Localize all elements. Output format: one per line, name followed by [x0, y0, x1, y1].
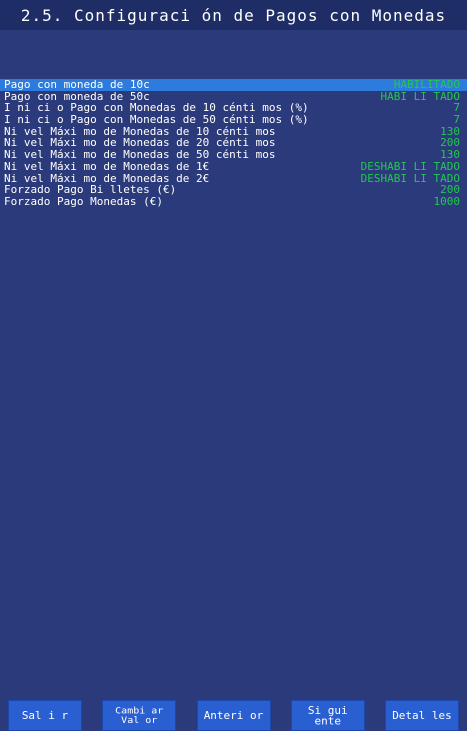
anterior-button-label: Anteri or — [203, 709, 264, 722]
detalles-button[interactable]: Detal les — [385, 700, 459, 731]
settings-row-value: HABI LI TADO — [380, 89, 460, 103]
settings-row-value: 7 — [453, 113, 460, 127]
settings-row-forzado-monedas[interactable]: Forzado Pago Monedas (€) 1000 — [0, 196, 467, 208]
siguiente-button[interactable]: Si gui ente — [290, 700, 365, 731]
settings-row-label: Pago con moneda de 10c — [4, 78, 150, 91]
settings-row-label: I ni ci o Pago con Monedas de 50 cénti m… — [4, 113, 309, 127]
page-title: 2.5. Configuraci ón de Pagos con Monedas — [20, 5, 447, 25]
siguiente-button-label: Si gui ente — [307, 704, 348, 727]
bottom-button-bar: Sal i r Cambi ar Val or Anteri or Si gui… — [0, 700, 467, 731]
settings-row-label: Ni vel Máxi mo de Monedas de 1€ — [4, 159, 210, 173]
title-bar: 2.5. Configuraci ón de Pagos con Monedas — [0, 0, 467, 30]
settings-row-pago-10c[interactable]: Pago con moneda de 10c HABILITADO — [0, 79, 467, 91]
settings-row-value: DESHABI LI TADO — [360, 159, 460, 173]
salir-button-label: Sal i r — [21, 709, 69, 722]
settings-row-nivel-1e[interactable]: Ni vel Máxi mo de Monedas de 1€ DESHABI … — [0, 161, 467, 173]
anterior-button[interactable]: Anteri or — [196, 700, 271, 731]
settings-list: Pago con moneda de 10c HABILITADO Pago c… — [0, 79, 467, 208]
cambiar-valor-button-label: Cambi ar Val or — [115, 705, 164, 726]
settings-row-inicio-50c[interactable]: I ni ci o Pago con Monedas de 50 cénti m… — [0, 114, 467, 126]
salir-button[interactable]: Sal i r — [8, 700, 82, 731]
settings-row-value: 1000 — [433, 194, 461, 208]
settings-row-value: HABILITADO — [393, 78, 460, 91]
settings-row-label: Forzado Pago Monedas (€) — [4, 194, 163, 208]
cambiar-valor-button[interactable]: Cambi ar Val or — [102, 700, 177, 731]
detalles-button-label: Detal les — [392, 709, 452, 722]
